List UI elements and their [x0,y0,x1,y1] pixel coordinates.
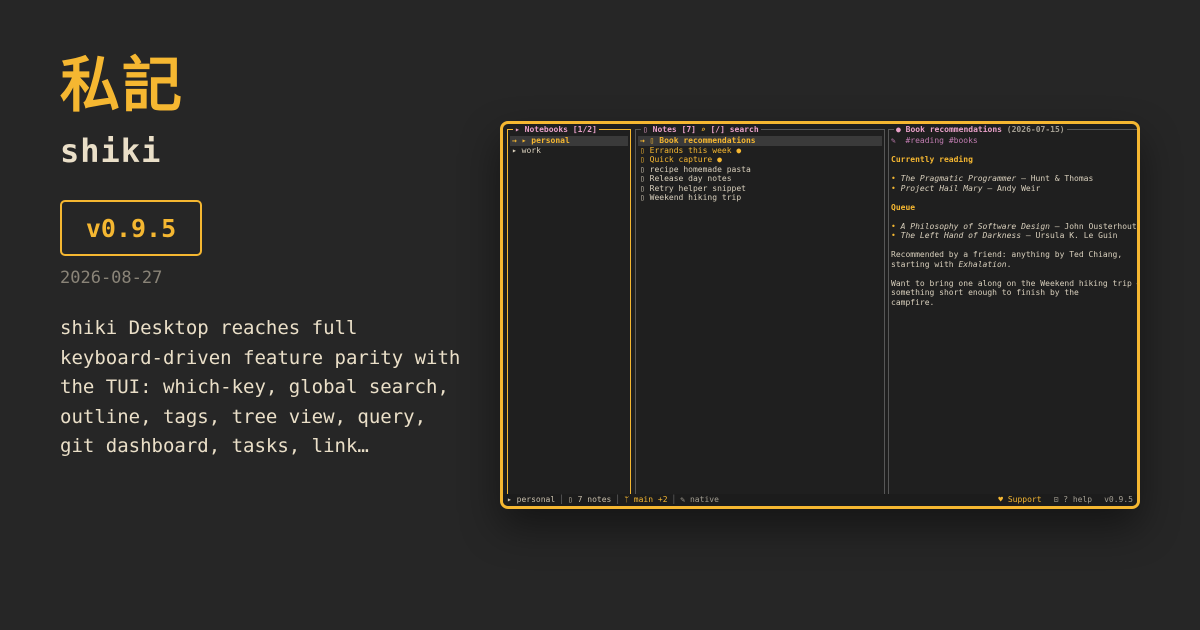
status-mode: ✎ native [680,495,719,505]
notebook-item-work[interactable]: ▸ work [510,146,628,156]
list-item: • The Pragmatic Programmer — Hunt & Thom… [891,174,1094,183]
version-badge: v0.9.5 [60,200,202,256]
paragraph-line: Want to bring one along on the Weekend h… [891,278,1140,288]
status-notebook: ▸ personal [507,495,556,505]
note-tags[interactable]: #reading #books [905,136,977,145]
notebook-item-personal[interactable]: → ▸ personal [510,136,628,146]
paragraph-line: Recommended by a friend: anything by Ted… [891,250,1123,259]
note-item[interactable]: ▯ Release day notes [638,174,882,184]
note-item[interactable]: ▯ Retry helper snippet [638,184,882,194]
list-item: • Project Hail Mary — Andy Weir [891,183,1041,193]
preview-pane[interactable]: ● Book recommendations (2026-07-15) ✎ #r… [888,125,1140,495]
note-item[interactable]: → ▯ Book recommendations [638,136,882,146]
preview-pane-title: ● Book recommendations (2026-07-15) [894,125,1067,135]
heading-queue: Queue [891,202,916,212]
dot-icon: ● [896,125,906,134]
note-item[interactable]: ▯ Errands this week ● [638,146,882,156]
help-button[interactable]: ⊡ ? help [1054,495,1093,505]
app-name: shiki [60,132,162,170]
note-item[interactable]: ▯ Quick capture ● [638,155,882,165]
notes-pane[interactable]: ▯ Notes [7] ⌕ [/] search → ▯ Book recomm… [635,125,885,495]
release-description: shiki Desktop reaches full keyboard-driv… [60,317,461,458]
paragraph-line: campfire. [891,297,935,307]
search-hint[interactable]: [/] search [710,125,758,134]
note-icon: ▯ [643,125,653,134]
note-item[interactable]: ▯ recipe homemade pasta [638,165,882,175]
release-date: 2026-08-27 [60,268,163,288]
notebooks-pane-title: ▸ Notebooks [1/2] [513,125,599,135]
status-git-branch[interactable]: ᛘ main +2 [624,495,667,505]
status-bar: ▸ personal │ ▯ 7 notes │ ᛘ main +2 │ ✎ n… [503,494,1137,506]
paragraph-line: starting with Exhalation. [891,259,1012,269]
list-item: • A Philosophy of Software Design — John… [891,221,1137,231]
list-item: • The Left Hand of Darkness — Ursula K. … [891,231,1118,240]
status-note-count: ▯ 7 notes [568,495,612,505]
heading-currently-reading: Currently reading [891,155,973,164]
app-logo-kanji: 私記 [60,51,184,121]
tag-line: ✎ #reading #books [891,136,1134,146]
paragraph-line: something short enough to finish by the [891,288,1079,297]
notes-pane-title: ▯ Notes [7] ⌕ [/] search [641,125,761,135]
status-version: v0.9.5 [1104,495,1133,505]
terminal-window: ▸ Notebooks [1/2] → ▸ personal ▸ work ▯ … [500,121,1140,509]
support-button[interactable]: ♥ Support [998,495,1041,505]
notebooks-pane[interactable]: ▸ Notebooks [1/2] → ▸ personal ▸ work [507,125,631,495]
pencil-icon: ✎ [891,136,896,145]
folder-icon: ▸ [515,125,525,134]
note-item[interactable]: ▯ Weekend hiking trip [638,193,882,203]
note-date: (2026-07-15) [1006,125,1065,134]
